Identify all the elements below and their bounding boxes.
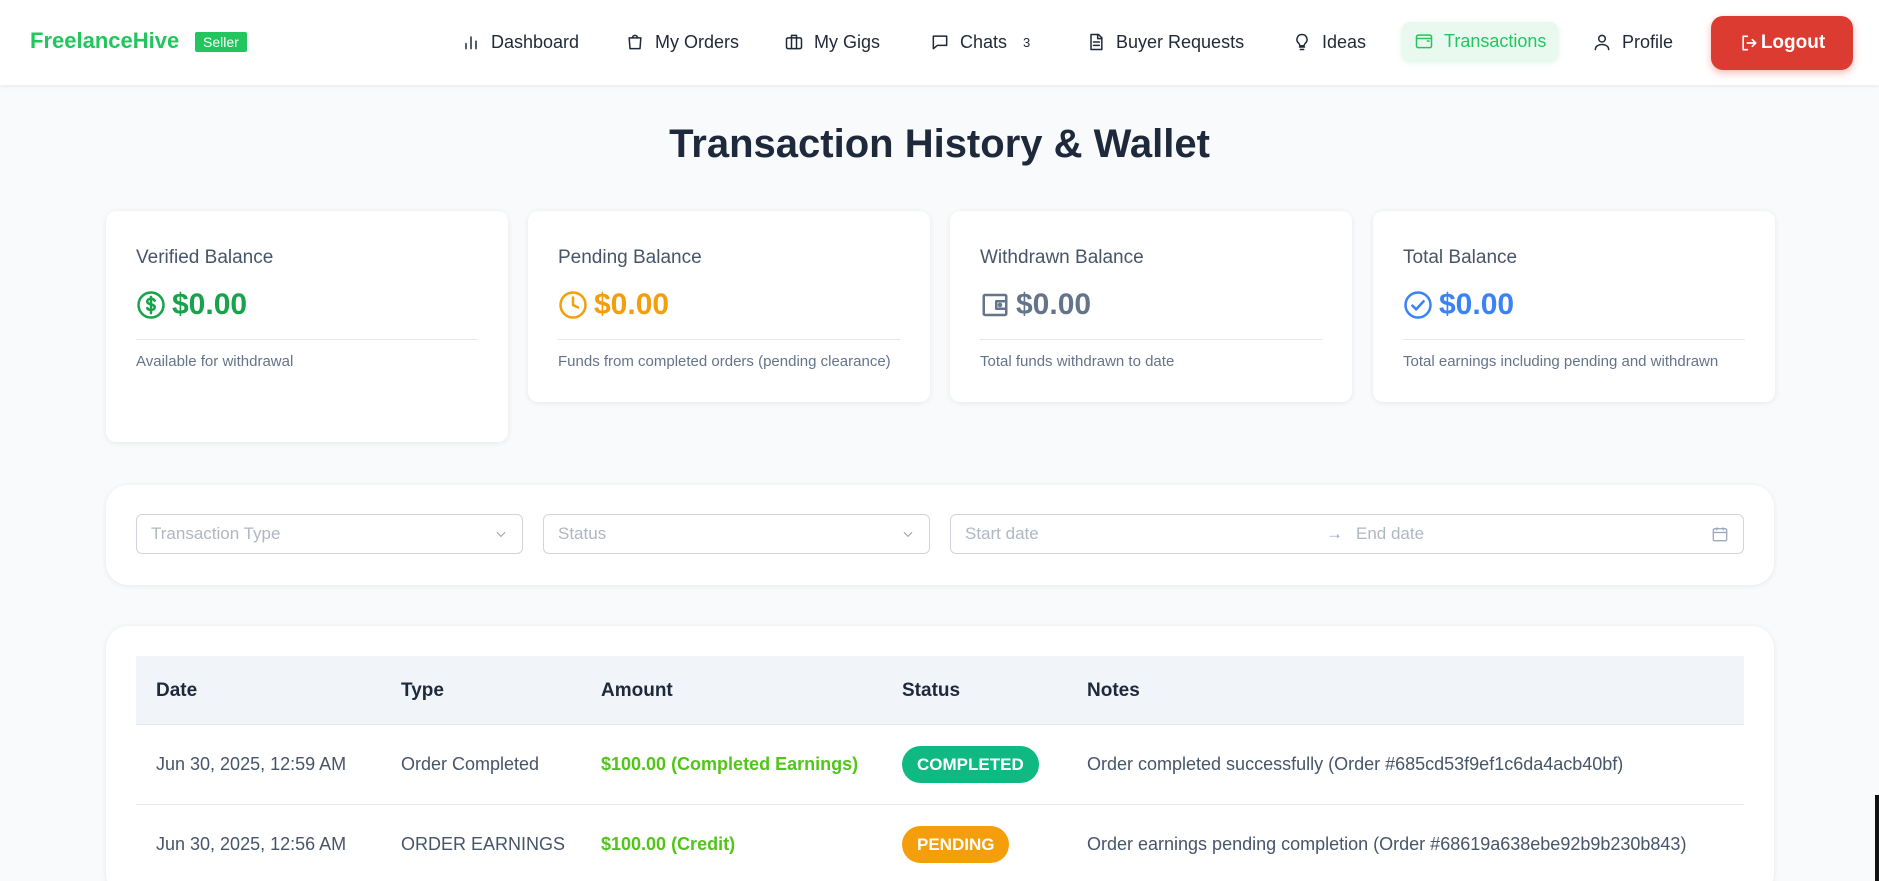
- card-label: Total Balance: [1403, 247, 1518, 268]
- col-amount: Amount: [601, 680, 673, 701]
- withdrawn-balance-value: $0.00: [1016, 288, 1092, 321]
- table-header: Date Type Amount Status Notes: [136, 656, 1744, 725]
- wallet-icon: [982, 293, 1008, 317]
- card-description: Available for withdrawal: [136, 353, 294, 370]
- col-status: Status: [902, 680, 961, 701]
- card-divider: [980, 339, 1322, 340]
- document-icon: [1090, 33, 1103, 51]
- seller-badge: Seller: [195, 32, 247, 52]
- card-description: Total funds withdrawn to date: [980, 353, 1175, 370]
- row-notes: Order completed successfully (Order #685…: [1087, 754, 1624, 774]
- card-value: $0.00: [1403, 288, 1514, 322]
- nav-my-orders[interactable]: My Orders: [613, 20, 751, 64]
- nav-profile[interactable]: Profile: [1580, 20, 1685, 64]
- chevron-down-icon: [496, 531, 506, 538]
- page-title: Transaction History & Wallet: [669, 122, 1210, 166]
- transaction-type-placeholder: Transaction Type: [151, 524, 281, 543]
- chevron-down-icon: [903, 531, 913, 538]
- chat-unread-count: 3: [1023, 34, 1031, 50]
- nav-dashboard[interactable]: Dashboard: [449, 20, 591, 64]
- nav-my-gigs-label: My Gigs: [814, 31, 881, 52]
- nav-ideas[interactable]: Ideas: [1280, 20, 1378, 64]
- briefcase-icon: [785, 34, 803, 50]
- total-balance-card: Total Balance $0.00 Total earnings inclu…: [1373, 211, 1775, 402]
- bar-chart-icon: [465, 36, 477, 50]
- col-notes: Notes: [1087, 680, 1140, 701]
- status-placeholder: Status: [558, 524, 607, 543]
- clock-icon: [559, 291, 587, 319]
- row-type: Order Completed: [401, 754, 540, 774]
- row-amount: $100.00 (Credit): [601, 834, 736, 854]
- check-circle-icon: [1404, 291, 1432, 319]
- nav-transactions-label: Transactions: [1444, 30, 1547, 51]
- nav-buyer-requests[interactable]: Buyer Requests: [1074, 20, 1256, 64]
- col-type: Type: [401, 680, 444, 701]
- wallet-icon: [1415, 34, 1433, 49]
- brand-logo[interactable]: FreelanceHive: [30, 28, 179, 54]
- verified-balance-value: $0.00: [172, 288, 248, 321]
- scrollbar-thumb[interactable]: [1875, 795, 1879, 881]
- calendar-icon: [1712, 527, 1728, 542]
- nav-dashboard-label: Dashboard: [491, 31, 580, 52]
- row-date: Jun 30, 2025, 12:59 AM: [156, 754, 347, 774]
- col-date: Date: [156, 680, 198, 701]
- range-arrow-icon: →: [1326, 524, 1343, 543]
- table-row: Jun 30, 2025, 12:56 AM ORDER EARNINGS $1…: [136, 805, 1744, 881]
- card-divider: [136, 339, 478, 340]
- row-amount: $100.00 (Completed Earnings): [601, 754, 859, 774]
- lightbulb-icon: [1296, 33, 1308, 51]
- user-icon: [1594, 34, 1610, 51]
- message-icon: [932, 35, 948, 50]
- card-label: Verified Balance: [136, 247, 274, 268]
- logout-button[interactable]: Logout: [1711, 16, 1853, 70]
- shopping-bag-icon: [628, 34, 642, 50]
- table-row: Jun 30, 2025, 12:59 AM Order Completed $…: [136, 725, 1744, 805]
- verified-balance-card: Verified Balance $0.00 Available for wit…: [106, 211, 508, 442]
- logout-label: Logout: [1760, 32, 1826, 53]
- nav-ideas-label: Ideas: [1322, 31, 1367, 52]
- dollar-circle-icon: [137, 291, 165, 319]
- top-navbar: FreelanceHive Seller Dashboard My Orders…: [0, 0, 1879, 85]
- transaction-type-select[interactable]: Transaction Type: [136, 514, 523, 554]
- card-value: $0.00: [980, 288, 1091, 322]
- logout-icon: [1742, 35, 1757, 51]
- nav-buyer-requests-label: Buyer Requests: [1116, 31, 1245, 52]
- row-notes: Order earnings pending completion (Order…: [1087, 834, 1687, 854]
- status-badge: COMPLETED: [902, 746, 1039, 783]
- pending-balance-card: Pending Balance $0.00 Funds from complet…: [528, 211, 930, 402]
- nav-chats[interactable]: Chats 3: [918, 20, 1042, 64]
- nav-profile-label: Profile: [1622, 31, 1674, 52]
- start-date-input[interactable]: Start date: [965, 524, 1039, 544]
- transactions-table-card: Date Type Amount Status Notes Jun 30, 20…: [106, 626, 1774, 881]
- card-value: $0.00: [558, 288, 669, 322]
- card-divider: [1403, 339, 1745, 340]
- card-value: $0.00: [136, 288, 247, 322]
- status-badge: PENDING: [902, 826, 1010, 863]
- filters-panel: Transaction Type Status Start date → End…: [106, 485, 1774, 585]
- row-date: Jun 30, 2025, 12:56 AM: [156, 834, 347, 854]
- nav-transactions[interactable]: Transactions: [1402, 22, 1559, 60]
- date-range-picker[interactable]: Start date → End date: [950, 514, 1744, 554]
- nav-my-orders-label: My Orders: [655, 31, 740, 52]
- row-type: ORDER EARNINGS: [401, 834, 566, 854]
- status-select[interactable]: Status: [543, 514, 930, 554]
- nav-my-gigs[interactable]: My Gigs: [772, 20, 892, 64]
- total-balance-value: $0.00: [1439, 288, 1515, 321]
- card-label: Pending Balance: [558, 247, 702, 268]
- card-label: Withdrawn Balance: [980, 247, 1144, 268]
- nav-chats-label: Chats: [960, 31, 1008, 52]
- withdrawn-balance-card: Withdrawn Balance $0.00 Total funds with…: [950, 211, 1352, 402]
- card-divider: [558, 339, 900, 340]
- end-date-input[interactable]: End date: [1356, 524, 1424, 544]
- card-description: Funds from completed orders (pending cle…: [558, 353, 891, 370]
- pending-balance-value: $0.00: [594, 288, 670, 321]
- card-description: Total earnings including pending and wit…: [1403, 353, 1719, 370]
